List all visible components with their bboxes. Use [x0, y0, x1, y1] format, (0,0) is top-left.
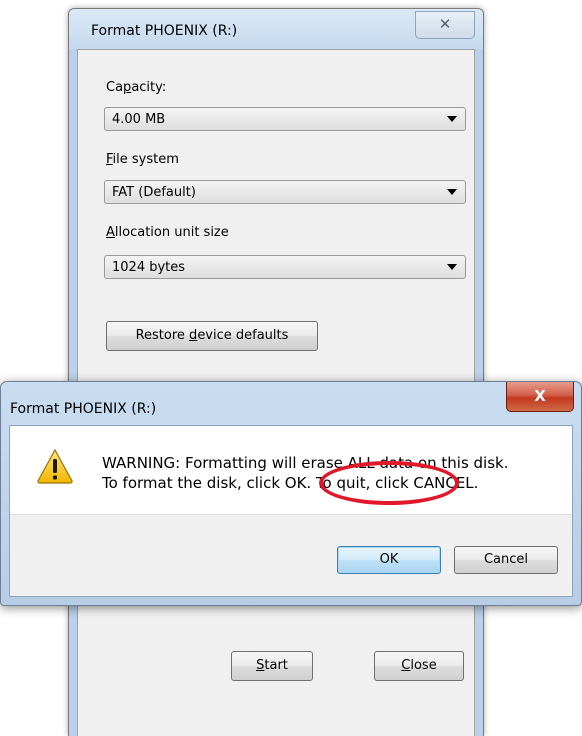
warning-dialog-title: Format PHOENIX (R:) — [10, 401, 157, 417]
format-dialog-title: Format PHOENIX (R:) — [91, 23, 238, 39]
chevron-down-icon — [447, 116, 457, 122]
restore-device-defaults-button[interactable]: Restore device defaults — [106, 321, 318, 351]
file-system-value: FAT (Default) — [112, 185, 196, 200]
format-dialog-titlebar[interactable]: Format PHOENIX (R:) ✕ — [69, 9, 483, 49]
capacity-value: 4.00 MB — [112, 112, 166, 127]
warning-icon — [37, 448, 73, 484]
cancel-button[interactable]: Cancel — [454, 546, 558, 574]
start-button[interactable]: Start — [231, 651, 313, 681]
file-system-select[interactable]: FAT (Default) — [104, 180, 466, 204]
format-dialog-window: Format PHOENIX (R:) ✕ Capacity: 4.00 MB … — [68, 8, 484, 736]
ok-button[interactable]: OK — [337, 546, 441, 574]
warning-dialog-close-icon[interactable]: X — [506, 382, 574, 412]
allocation-unit-label: Allocation unit size — [106, 225, 229, 240]
chevron-down-icon — [447, 189, 457, 195]
file-system-label: File system — [106, 152, 179, 167]
format-dialog-close-icon[interactable]: ✕ — [415, 11, 475, 39]
close-button[interactable]: Close — [374, 651, 464, 681]
chevron-down-icon — [447, 264, 457, 270]
warning-message-area: WARNING: Formatting will erase ALL data … — [10, 426, 572, 515]
capacity-label: Capacity: — [106, 80, 167, 95]
warning-dialog-body: WARNING: Formatting will erase ALL data … — [9, 425, 573, 597]
allocation-unit-select[interactable]: 1024 bytes — [104, 255, 466, 279]
allocation-unit-value: 1024 bytes — [112, 260, 186, 275]
warning-dialog-window: Format PHOENIX (R:) X WARNING: Formattin… — [0, 381, 582, 606]
capacity-select[interactable]: 4.00 MB — [104, 107, 466, 131]
ok-highlight-circle — [319, 461, 459, 505]
